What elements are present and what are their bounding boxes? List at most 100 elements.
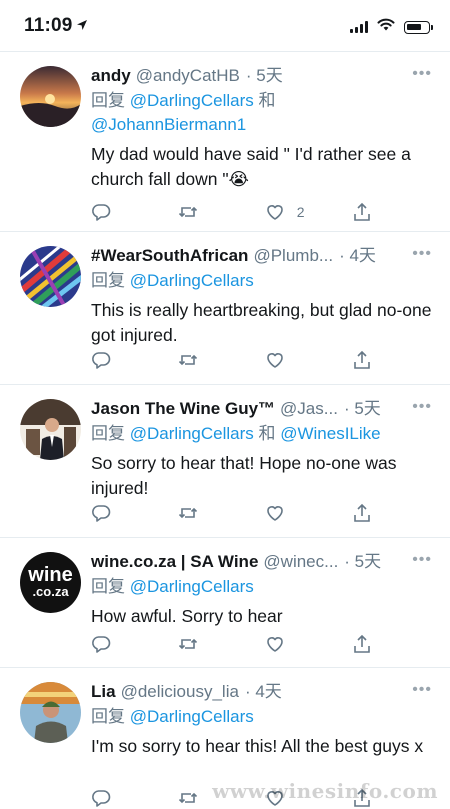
retweet-icon — [178, 350, 198, 370]
like-button[interactable] — [265, 632, 352, 656]
share-icon — [352, 202, 372, 222]
avatar[interactable] — [20, 246, 81, 307]
retweet-icon — [178, 503, 198, 523]
heart-icon — [265, 503, 285, 523]
tweet[interactable]: Jason The Wine Guy™ @Jas... · 5天 ••• 回复 @D… — [0, 385, 450, 538]
reply-button[interactable] — [91, 200, 178, 224]
retweet-button[interactable] — [178, 632, 265, 656]
location-arrow-icon — [76, 15, 88, 37]
reply-button[interactable] — [91, 348, 178, 372]
more-options-icon[interactable]: ••• — [412, 550, 432, 570]
status-icons — [350, 18, 433, 36]
reply-prefix: 回复 — [91, 424, 125, 443]
replying-to: 回复 @DarlingCellars — [91, 269, 434, 293]
share-button[interactable] — [352, 632, 391, 656]
reply-button[interactable] — [91, 501, 178, 525]
heart-icon — [265, 350, 285, 370]
tweet-actions — [91, 348, 391, 372]
timestamp: · 4天 — [244, 682, 282, 701]
user-handle[interactable]: @winec... — [263, 550, 338, 574]
watermark: www.winesinfo.com — [212, 779, 438, 803]
heart-icon — [265, 634, 285, 654]
user-handle[interactable]: @deliciousy_lia — [121, 680, 239, 704]
replying-to: 回复 @DarlingCellars — [91, 575, 434, 599]
reply-icon — [91, 634, 111, 654]
status-time: 11:09 — [24, 15, 88, 37]
status-bar: 11:09 — [0, 0, 450, 52]
timestamp: · 5天 — [343, 399, 381, 418]
more-options-icon[interactable]: ••• — [412, 244, 432, 264]
display-name[interactable]: Lia — [91, 680, 116, 704]
share-button[interactable] — [352, 501, 391, 525]
like-button[interactable] — [265, 501, 352, 525]
tweet[interactable]: #WearSouthAfrican @Plumb... · 4天 ••• 回复 @D… — [0, 232, 450, 385]
wifi-icon — [377, 18, 395, 36]
mention-link[interactable]: @WinesILike — [280, 424, 380, 443]
user-handle[interactable]: @andyCatHB — [136, 64, 240, 88]
reply-icon — [91, 788, 111, 808]
reply-prefix: 回复 — [91, 271, 125, 290]
share-icon — [352, 503, 372, 523]
display-name[interactable]: #WearSouthAfrican — [91, 244, 248, 268]
tweet-actions — [91, 501, 391, 525]
like-button[interactable] — [265, 348, 352, 372]
avatar[interactable] — [20, 399, 81, 460]
display-name[interactable]: Jason The Wine Guy™ — [91, 397, 275, 421]
replying-to: 回复 @DarlingCellars 和 @WinesILike — [91, 422, 434, 446]
share-button[interactable] — [352, 348, 391, 372]
tweet[interactable]: andy @andyCatHB · 5天 ••• 回复 @DarlingCellar… — [0, 52, 450, 232]
timestamp: · 4天 — [339, 246, 376, 265]
replying-to: 回复 @DarlingCellars 和 @JohannBiermann1 — [91, 89, 434, 137]
heart-icon — [265, 202, 285, 222]
tweet-text: So sorry to hear that! Hope no-one was i… — [91, 453, 397, 498]
mention-link[interactable]: @DarlingCellars — [130, 424, 254, 443]
like-button[interactable]: 2 — [265, 200, 352, 224]
tweet-actions — [91, 632, 391, 656]
retweet-button[interactable] — [178, 348, 265, 372]
replying-to: 回复 @DarlingCellars — [91, 705, 434, 729]
reply-icon — [91, 350, 111, 370]
display-name[interactable]: andy — [91, 64, 131, 88]
avatar-logo-subtext: .co.za — [32, 584, 69, 599]
mention-link[interactable]: @DarlingCellars — [130, 577, 254, 596]
mention-link[interactable]: @DarlingCellars — [130, 707, 254, 726]
more-options-icon[interactable]: ••• — [412, 64, 432, 84]
reply-prefix: 回复 — [91, 707, 125, 726]
reply-joiner: 和 — [258, 91, 276, 110]
avatar[interactable]: wine .co.za — [20, 552, 81, 613]
tweet-text: How awful. Sorry to hear — [91, 606, 283, 626]
tweet-text: My dad would have said " I'd rather see … — [91, 144, 411, 189]
retweet-button[interactable] — [178, 200, 265, 224]
reply-icon — [91, 503, 111, 523]
mention-link[interactable]: @JohannBiermann1 — [91, 115, 246, 134]
reply-feed: andy @andyCatHB · 5天 ••• 回复 @DarlingCellar… — [0, 52, 450, 809]
reply-button[interactable] — [91, 632, 178, 656]
reply-icon — [91, 202, 111, 222]
cellular-signal-icon — [350, 21, 368, 33]
tweet[interactable]: wine .co.za wine.co.za | SA Wine @winec..… — [0, 538, 450, 668]
reply-button[interactable] — [91, 786, 178, 809]
share-button[interactable] — [352, 200, 391, 224]
reply-joiner: 和 — [258, 424, 276, 443]
share-icon — [352, 634, 372, 654]
more-options-icon[interactable]: ••• — [412, 680, 432, 700]
mention-link[interactable]: @DarlingCellars — [130, 91, 254, 110]
avatar[interactable] — [20, 66, 81, 127]
retweet-icon — [178, 634, 198, 654]
timestamp: · 5天 — [245, 66, 283, 85]
more-options-icon[interactable]: ••• — [412, 397, 432, 417]
reply-prefix: 回复 — [91, 91, 125, 110]
avatar[interactable] — [20, 682, 81, 743]
timestamp: · 5天 — [344, 552, 382, 571]
retweet-button[interactable] — [178, 501, 265, 525]
user-handle[interactable]: @Plumb... — [253, 244, 333, 268]
user-handle[interactable]: @Jas... — [280, 397, 338, 421]
mention-link[interactable]: @DarlingCellars — [130, 271, 254, 290]
display-name[interactable]: wine.co.za | SA Wine — [91, 550, 258, 574]
battery-icon — [404, 20, 433, 34]
retweet-icon — [178, 788, 198, 808]
reply-prefix: 回复 — [91, 577, 125, 596]
tweet-text: I'm so sorry to hear this! All the best … — [91, 736, 424, 756]
like-count: 2 — [296, 204, 305, 220]
share-icon — [352, 350, 372, 370]
